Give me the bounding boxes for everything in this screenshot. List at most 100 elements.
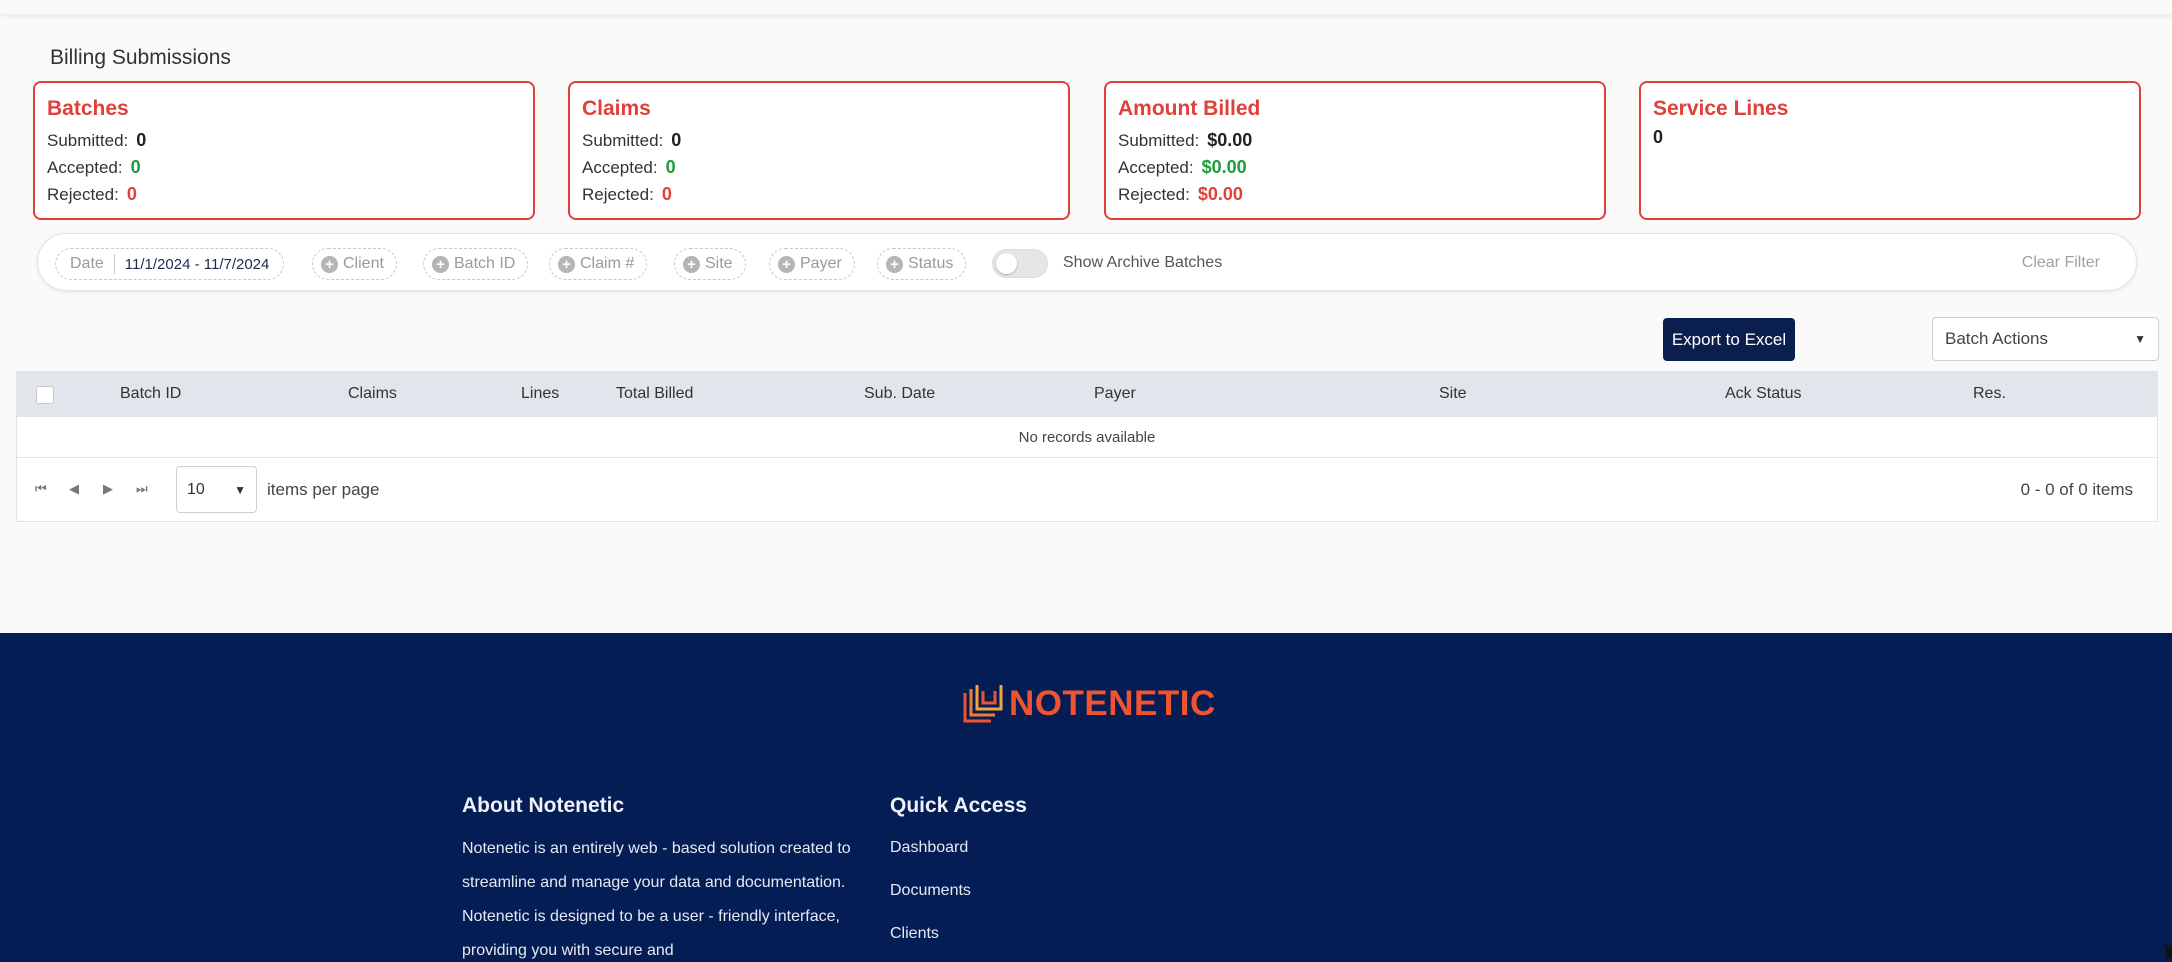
- batches-grid: Batch ID Claims Lines Total Billed Sub. …: [16, 371, 2158, 522]
- column-header-site[interactable]: Site: [1439, 385, 1467, 403]
- card-title: Amount Billed: [1118, 97, 1261, 120]
- rejected-value: 0: [126, 184, 137, 204]
- last-page-icon[interactable]: ⏭: [136, 481, 148, 497]
- date-range-value: 11/1/2024 - 11/7/2024: [124, 255, 270, 273]
- submitted-value: 0: [671, 130, 682, 150]
- column-header-total-billed[interactable]: Total Billed: [616, 385, 693, 403]
- caret-down-icon: ▼: [234, 482, 246, 497]
- status-filter-label: Status: [908, 255, 954, 272]
- export-to-excel-button[interactable]: Export to Excel: [1663, 318, 1795, 361]
- column-header-res[interactable]: Res.: [1973, 385, 2006, 403]
- column-header-lines[interactable]: Lines: [521, 385, 559, 403]
- date-filter-chip[interactable]: Date 11/1/2024 - 11/7/2024: [55, 248, 285, 280]
- caret-down-icon: ▼: [2134, 332, 2146, 346]
- submitted-label: Submitted:: [47, 131, 129, 150]
- no-records-message: No records available: [17, 417, 2157, 458]
- page-size-value: 10: [187, 480, 205, 498]
- accepted-value: 0: [130, 157, 141, 177]
- site-filter-label: Site: [705, 255, 733, 272]
- claim-filter-label: Claim #: [580, 255, 635, 272]
- top-bar: [0, 0, 2172, 14]
- site-filter-chip[interactable]: + Site: [674, 248, 746, 280]
- plus-icon: +: [886, 255, 903, 273]
- submitted-row: Submitted: $0.00: [1118, 127, 1604, 154]
- claim-filter-chip[interactable]: + Claim #: [549, 248, 648, 280]
- plus-icon: +: [432, 255, 449, 273]
- accepted-label: Accepted:: [582, 158, 658, 177]
- quick-link-clients[interactable]: Clients: [890, 925, 939, 943]
- first-page-icon[interactable]: ⏮: [35, 481, 47, 497]
- about-heading: About Notenetic: [462, 794, 625, 817]
- rejected-row: Rejected: $0.00: [1118, 181, 1604, 208]
- submitted-label: Submitted:: [1118, 131, 1200, 150]
- quick-link-dashboard[interactable]: Dashboard: [890, 839, 968, 857]
- filter-bar: Date 11/1/2024 - 11/7/2024 + Client + Batc…: [37, 233, 2137, 291]
- batch-id-filter-chip[interactable]: + Batch ID: [423, 248, 529, 280]
- service-lines-card: Service Lines 0: [1639, 81, 2141, 220]
- accepted-label: Accepted:: [1118, 158, 1194, 177]
- pager: ⏮ ◀ ▶ ⏭ 10 ▼ items per page 0 - 0 of 0 i…: [17, 458, 2157, 522]
- payer-filter-chip[interactable]: + Payer: [769, 248, 855, 280]
- client-filter-chip[interactable]: + Client: [312, 248, 397, 280]
- next-page-icon[interactable]: ▶: [103, 481, 113, 497]
- notenetic-logo-icon: [963, 685, 1003, 723]
- accepted-value: 0: [665, 157, 676, 177]
- rejected-row: Rejected: 0: [582, 181, 1068, 208]
- accepted-label: Accepted:: [47, 158, 123, 177]
- page-title: Billing Submissions: [50, 46, 231, 69]
- amount-billed-card: Amount Billed Submitted: $0.00 Accepted: $…: [1104, 81, 1606, 220]
- submitted-row: Submitted: 0: [47, 127, 533, 154]
- batch-id-filter-label: Batch ID: [454, 255, 516, 272]
- status-filter-chip[interactable]: + Status: [877, 248, 967, 280]
- brand-name: NOTENETIC: [1009, 684, 1216, 723]
- payer-filter-label: Payer: [800, 255, 842, 272]
- plus-icon: +: [558, 255, 575, 273]
- plus-icon: +: [321, 255, 338, 273]
- clear-filter-button[interactable]: Clear Filter: [2022, 254, 2100, 272]
- batch-actions-label: Batch Actions: [1945, 329, 2049, 348]
- submitted-row: Submitted: 0: [582, 127, 1068, 154]
- about-text: Notenetic is an entirely web - based sol…: [462, 840, 851, 959]
- submitted-label: Submitted:: [582, 131, 664, 150]
- select-all-checkbox[interactable]: [36, 386, 54, 404]
- brand-logo[interactable]: NOTENETIC: [961, 681, 1216, 727]
- quick-access-heading: Quick Access: [890, 794, 1027, 817]
- plus-icon: +: [778, 255, 795, 273]
- items-per-page-label: items per page: [267, 480, 380, 499]
- column-header-batch-id[interactable]: Batch ID: [120, 385, 181, 403]
- toggle-knob: [996, 253, 1017, 274]
- client-filter-label: Client: [343, 255, 384, 272]
- accepted-row: Accepted: $0.00: [1118, 154, 1604, 181]
- previous-page-icon[interactable]: ◀: [69, 481, 79, 497]
- footer: NOTENETIC About Notenetic Notenetic is a…: [0, 633, 2172, 962]
- rejected-label: Rejected:: [582, 185, 654, 204]
- archive-batches-toggle[interactable]: [992, 249, 1048, 278]
- submitted-value: $0.00: [1207, 130, 1253, 150]
- column-header-claims[interactable]: Claims: [348, 385, 397, 403]
- submitted-value: 0: [136, 130, 147, 150]
- accepted-value: $0.00: [1201, 157, 1247, 177]
- column-header-ack-status[interactable]: Ack Status: [1725, 385, 1801, 403]
- service-lines-value: 0: [1653, 127, 1664, 147]
- archive-batches-label: Show Archive Batches: [1063, 254, 1223, 271]
- page-range-info: 0 - 0 of 0 items: [2020, 480, 2133, 499]
- rejected-value: 0: [661, 184, 672, 204]
- rejected-value: $0.00: [1197, 184, 1243, 204]
- rejected-label: Rejected:: [1118, 185, 1190, 204]
- batches-card: Batches Submitted: 0 Accepted: 0 Rejected:…: [33, 81, 535, 220]
- card-title: Batches: [47, 97, 129, 120]
- date-filter-label: Date: [70, 255, 104, 272]
- page-size-dropdown[interactable]: 10 ▼: [176, 466, 257, 513]
- accepted-row: Accepted: 0: [582, 154, 1068, 181]
- plus-icon: +: [683, 255, 700, 273]
- column-header-sub-date[interactable]: Sub. Date: [864, 385, 935, 403]
- column-header-payer[interactable]: Payer: [1094, 385, 1136, 403]
- rejected-label: Rejected:: [47, 185, 119, 204]
- chip-divider: [113, 254, 115, 274]
- card-title: Claims: [582, 97, 651, 120]
- card-title: Service Lines: [1653, 97, 1789, 120]
- rejected-row: Rejected: 0: [47, 181, 533, 208]
- quick-link-documents[interactable]: Documents: [890, 882, 971, 900]
- batch-actions-dropdown[interactable]: Batch Actions ▼: [1932, 317, 2159, 361]
- accepted-row: Accepted: 0: [47, 154, 533, 181]
